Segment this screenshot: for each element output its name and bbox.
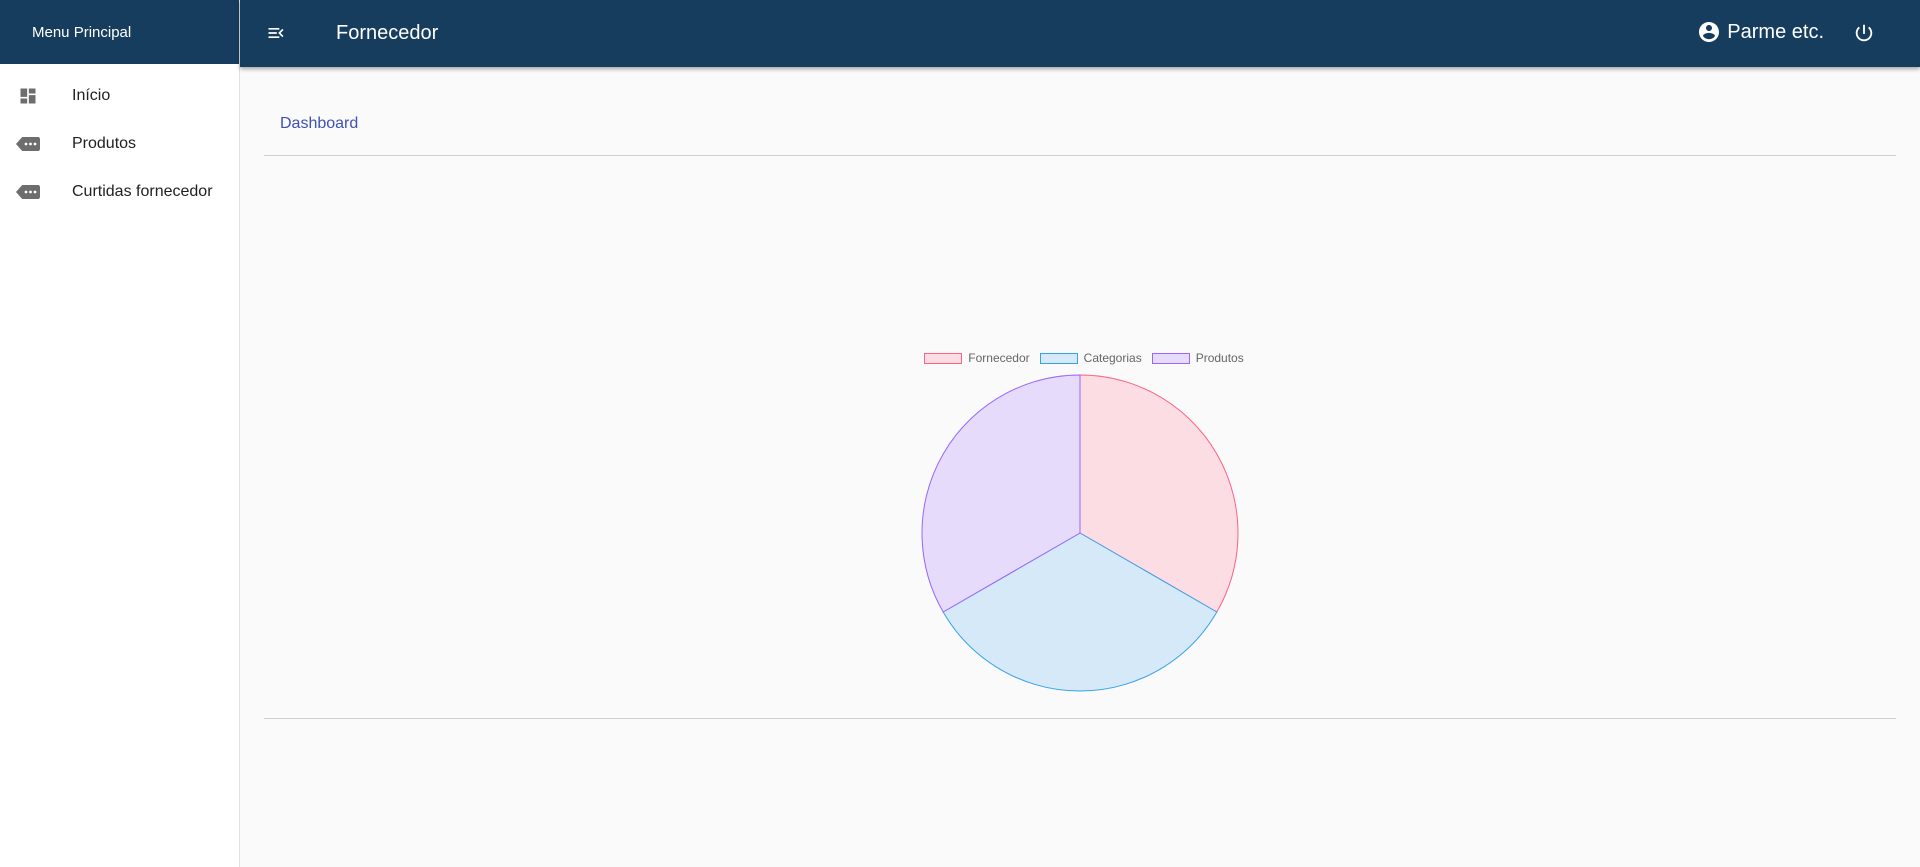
tab-dashboard[interactable]: Dashboard: [280, 115, 358, 133]
menu-open-icon[interactable]: [264, 21, 288, 45]
sidebar-item-label: Início: [72, 87, 111, 104]
chart-container: Fornecedor Categorias Produtos: [264, 156, 1896, 719]
sidebar-item-curtidas-fornecedor[interactable]: Curtidas fornecedor: [0, 168, 239, 216]
sidebar: Menu Principal Início Produtos Curtidas …: [0, 0, 240, 867]
sidebar-item-label: Curtidas fornecedor: [72, 183, 213, 200]
sidebar-nav: Início Produtos Curtidas fornecedor: [0, 64, 239, 216]
power-icon[interactable]: [1852, 21, 1876, 45]
sidebar-item-inicio[interactable]: Início: [0, 72, 239, 120]
account-circle-icon: [1697, 20, 1721, 44]
dashboard-icon: [16, 84, 40, 108]
sidebar-item-label: Produtos: [72, 135, 137, 152]
user-menu[interactable]: Parme etc.: [1697, 20, 1824, 44]
tab-bar: Dashboard: [264, 67, 1896, 156]
top-app-bar: Fornecedor Parme etc.: [240, 0, 1920, 67]
page-title: Fornecedor: [336, 22, 439, 44]
sidebar-title: Menu Principal: [0, 0, 239, 64]
label-more-icon: [16, 180, 40, 204]
pie-chart: [921, 374, 1239, 692]
main-content: Dashboard Fornecedor Categorias Produtos: [264, 67, 1896, 719]
label-more-icon: [16, 132, 40, 156]
user-name: Parme etc.: [1727, 20, 1824, 43]
sidebar-item-produtos[interactable]: Produtos: [0, 120, 239, 168]
